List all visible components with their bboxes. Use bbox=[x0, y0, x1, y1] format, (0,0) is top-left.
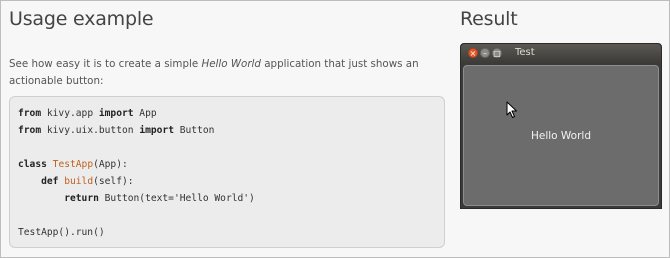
code-keyword: return bbox=[64, 193, 99, 204]
code-text: kivy.uix.button bbox=[41, 125, 140, 136]
code-line: from kivy.uix.button import Button bbox=[18, 122, 255, 139]
code-text: kivy.app bbox=[41, 108, 99, 119]
window-title: Test bbox=[515, 47, 535, 58]
usage-example-heading: Usage example bbox=[9, 8, 154, 30]
code-lines: from kivy.app import App from kivy.uix.b… bbox=[18, 105, 255, 241]
result-app-window: × – □ Test Hello World bbox=[460, 43, 662, 209]
code-keyword: import bbox=[139, 125, 174, 136]
mouse-pointer-icon bbox=[506, 101, 517, 118]
code-line: def build(self): bbox=[18, 173, 255, 190]
result-heading: Result bbox=[460, 8, 518, 30]
code-text: App bbox=[133, 108, 157, 119]
code-text: Button bbox=[173, 125, 215, 136]
code-keyword: from bbox=[18, 108, 42, 119]
code-block: from kivy.app import App from kivy.uix.b… bbox=[9, 96, 445, 248]
window-minimize-button[interactable]: – bbox=[480, 48, 490, 58]
intro-text-start: See how easy it is to create a simple bbox=[9, 58, 202, 70]
code-line: from kivy.app import App bbox=[18, 105, 255, 122]
window-maximize-button[interactable]: □ bbox=[492, 48, 502, 58]
code-text: (App): bbox=[93, 159, 128, 170]
intro-hello-world: Hello World bbox=[201, 58, 261, 70]
hello-world-button[interactable]: Hello World bbox=[463, 65, 659, 206]
code-text: (self): bbox=[93, 176, 134, 187]
code-keyword: from bbox=[18, 125, 42, 136]
code-text: Button(text='Hello World') bbox=[98, 193, 255, 204]
code-keyword: class bbox=[18, 159, 47, 170]
code-function-name: TestApp bbox=[52, 159, 94, 170]
code-line: class TestApp(App): bbox=[18, 156, 255, 173]
code-keyword: def bbox=[41, 176, 59, 187]
window-close-button[interactable]: × bbox=[468, 48, 478, 58]
code-line: TestApp().run() bbox=[18, 227, 105, 238]
app-content-area: Hello World bbox=[462, 64, 660, 207]
code-line: return Button(text='Hello World') bbox=[18, 190, 255, 207]
intro-text: See how easy it is to create a simple He… bbox=[9, 56, 439, 90]
window-titlebar[interactable]: × – □ Test bbox=[461, 44, 661, 63]
code-keyword: import bbox=[98, 108, 134, 119]
code-function-name: build bbox=[64, 176, 94, 187]
